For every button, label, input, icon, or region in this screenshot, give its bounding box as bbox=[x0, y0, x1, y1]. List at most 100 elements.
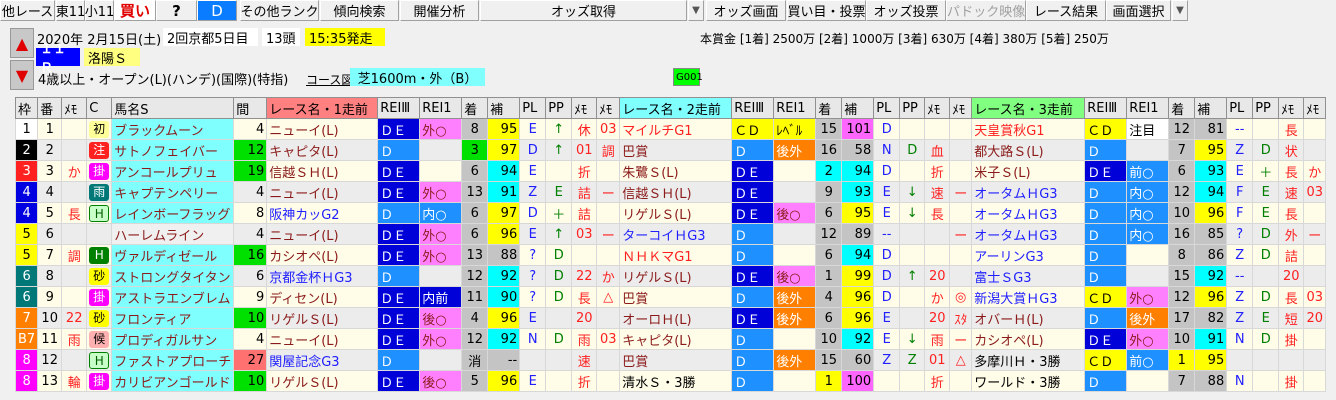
column-header[interactable]: REIⅢ bbox=[1084, 97, 1128, 119]
column-header[interactable]: レース名・2走前 bbox=[619, 97, 733, 119]
past-race-name[interactable]: 阪神カッG2 bbox=[266, 202, 379, 224]
course-map-link[interactable]: コース図 bbox=[306, 71, 353, 88]
column-header[interactable]: 着 bbox=[461, 97, 489, 119]
past-race-name[interactable]: キャピタ(L) bbox=[266, 139, 379, 161]
past-race-name[interactable]: 富士ＳG3 bbox=[971, 265, 1086, 287]
past-race-name[interactable]: オータムＨG3 bbox=[971, 181, 1086, 203]
table-row[interactable]: 5 6 ハーレムライン 4 ニューイ(L) ＤＥ 外○ 6 96 E ↑ 03 ーターコイＨG3 Ｄ 12 8… bbox=[14, 223, 1327, 245]
paddock-video-button[interactable]: パドック映像 bbox=[946, 0, 1026, 21]
past-race-name[interactable]: ニューイ(L) bbox=[266, 118, 379, 140]
column-header[interactable]: レース名・3走前 bbox=[971, 97, 1086, 119]
horse-name[interactable]: キャプテンペリー bbox=[111, 181, 235, 203]
odds-fetch-button[interactable]: オッズ取得 bbox=[480, 0, 687, 21]
table-row[interactable]: 8 12 H ファストアプローチ 27 関屋記念G3 Ｄ 消 -- 速巴賞 Ｄ 後外 15 60 Z Z 01 △… bbox=[14, 349, 1327, 371]
horse-name[interactable]: ハーレムライン bbox=[111, 223, 235, 245]
horse-name[interactable]: カリビアンゴールド bbox=[111, 370, 235, 392]
column-header[interactable]: 補 bbox=[487, 97, 521, 119]
past-race-name[interactable]: カシオペ(L) bbox=[266, 244, 379, 266]
past-race-name[interactable]: 多摩川Ｈ・3勝 bbox=[971, 349, 1086, 371]
table-row[interactable]: 7 10 22 砂フロンティア 10 リゲルＳ(L) ＤＥ 後○ 4 96 E 20 オーロＨ(L) ＤＥ… bbox=[14, 307, 1327, 329]
past-race-name[interactable]: オーロＨ(L) bbox=[619, 307, 733, 329]
column-header[interactable]: ﾒﾓ bbox=[949, 97, 973, 119]
past-race-name[interactable]: ターコイＨG3 bbox=[619, 223, 733, 245]
horse-name[interactable]: アンコールプリュ bbox=[111, 160, 235, 182]
column-header[interactable]: 補 bbox=[841, 97, 875, 119]
trend-search-button[interactable]: 傾向検索 bbox=[320, 0, 399, 21]
screen-select-button[interactable]: 画面選択 bbox=[1106, 0, 1171, 21]
column-header[interactable]: ﾒﾓ bbox=[1278, 97, 1305, 119]
past-race-name[interactable]: 都大路Ｓ(L) bbox=[971, 139, 1086, 161]
race-result-button[interactable]: レース結果 bbox=[1026, 0, 1106, 21]
buy-button[interactable]: 買い bbox=[114, 0, 156, 21]
past-race-name[interactable]: 米子Ｓ(L) bbox=[971, 160, 1086, 182]
column-header[interactable]: 番 bbox=[37, 97, 63, 119]
column-header[interactable]: ﾒﾓ bbox=[571, 97, 598, 119]
past-race-name[interactable]: ＮＨＫマG1 bbox=[619, 244, 733, 266]
column-header[interactable]: PL bbox=[519, 97, 547, 119]
past-race-name[interactable]: オータムＨG3 bbox=[971, 202, 1086, 224]
odds-screen-button[interactable]: オッズ画面 bbox=[706, 0, 786, 21]
rank-d-button[interactable]: D bbox=[197, 0, 237, 21]
past-race-name[interactable]: ディセン(L) bbox=[266, 286, 379, 308]
column-header[interactable]: PP bbox=[545, 97, 573, 119]
column-header[interactable]: REIⅢ bbox=[377, 97, 421, 119]
past-race-name[interactable]: リゲルＳ(L) bbox=[619, 202, 733, 224]
past-race-name[interactable]: リゲルＳ(L) bbox=[266, 307, 379, 329]
bet-vote-button[interactable]: 買い目・投票 bbox=[787, 0, 866, 21]
screen-select-dropdown-icon[interactable]: ▼ bbox=[1172, 0, 1188, 21]
column-header[interactable]: ﾒﾓ bbox=[61, 97, 88, 119]
odds-fetch-dropdown-icon[interactable]: ▼ bbox=[688, 0, 704, 21]
table-row[interactable]: 4 4 雨キャプテンペリー 4 ニューイ(L) ＤＥ 外○ 13 91 Z E 詰ー信越ＳＨ(L) ＤＥ… bbox=[14, 181, 1327, 203]
next-race-arrow-icon[interactable]: ▼ bbox=[10, 60, 34, 90]
column-header[interactable]: PL bbox=[873, 97, 901, 119]
past-race-name[interactable]: ニューイ(L) bbox=[266, 223, 379, 245]
table-row[interactable]: 6 8 砂ストロングタイタン 6 京都金杯ＨG3 Ｄ 12 92? D 22 かリゲルＳ(L) ＤＥ 後… bbox=[14, 265, 1327, 287]
small11-button[interactable]: 小11 bbox=[85, 0, 114, 21]
column-header[interactable]: PP bbox=[1252, 97, 1280, 119]
past-race-name[interactable]: 信越ＳＨ(L) bbox=[266, 160, 379, 182]
past-race-name[interactable]: 新潟大賞ＨG3 bbox=[971, 286, 1086, 308]
column-header[interactable]: 馬名S bbox=[111, 97, 235, 119]
horse-name[interactable]: フロンティア bbox=[111, 307, 235, 329]
east11-button[interactable]: 東11 bbox=[56, 0, 85, 21]
past-race-name[interactable]: 関屋記念G3 bbox=[266, 349, 379, 371]
column-header[interactable]: C bbox=[86, 97, 113, 119]
column-header[interactable]: 間 bbox=[233, 97, 268, 119]
horse-name[interactable]: アストラエンブレム bbox=[111, 286, 235, 308]
past-race-name[interactable]: 朱鷺Ｓ(L) bbox=[619, 160, 733, 182]
other-race-button[interactable]: 他レース bbox=[0, 0, 55, 21]
column-header[interactable]: ﾒﾓ bbox=[1303, 97, 1327, 119]
past-race-name[interactable]: 清水Ｓ・3勝 bbox=[619, 370, 733, 392]
past-race-name[interactable]: 京都金杯ＨG3 bbox=[266, 265, 379, 287]
table-row[interactable]: 4 5 長 H レインボーフラッグ 8 阪神カッG2 Ｄ 内○ 6 97 D ＋詰リゲルＳ(L) ＤＥ 後○… bbox=[14, 202, 1327, 224]
horse-name[interactable]: レインボーフラッグ bbox=[111, 202, 235, 224]
past-race-name[interactable]: キャピタ(L) bbox=[619, 328, 733, 350]
column-header[interactable]: PP bbox=[899, 97, 926, 119]
horse-name[interactable]: ヴァルディゼール bbox=[111, 244, 235, 266]
column-header[interactable]: ﾒﾓ bbox=[924, 97, 951, 119]
column-header[interactable]: 着 bbox=[1168, 97, 1196, 119]
past-race-name[interactable]: カシオペ(L) bbox=[971, 328, 1086, 350]
table-row[interactable]: 8 13 輪掛カリビアンゴールド 10 リゲルＳ(L) ＤＥ 後○ 5 96 E 折清水Ｓ・3勝 Ｄ 1… bbox=[14, 370, 1327, 392]
past-race-name[interactable]: ニューイ(L) bbox=[266, 181, 379, 203]
past-race-name[interactable]: ワールド・3勝 bbox=[971, 370, 1086, 392]
column-header[interactable]: ﾒﾓ bbox=[596, 97, 621, 119]
horse-name[interactable]: サトノフェイバー bbox=[111, 139, 235, 161]
column-header[interactable]: 枠 bbox=[14, 97, 39, 119]
help-button[interactable]: ? bbox=[156, 0, 197, 21]
horse-name[interactable]: ファストアプローチ bbox=[111, 349, 235, 371]
column-header[interactable]: REI1 bbox=[419, 97, 463, 119]
odds-vote-button[interactable]: オッズ投票 bbox=[866, 0, 946, 21]
past-race-name[interactable]: オータムＨG3 bbox=[971, 223, 1086, 245]
column-header[interactable]: 補 bbox=[1194, 97, 1228, 119]
past-race-name[interactable]: アーリンG3 bbox=[971, 244, 1086, 266]
table-row[interactable]: 5 7 調 H ヴァルディゼール 16 カシオペ(L) ＤＥ 外○ 13 88? D ＮＨＫマG1 Ｄ 6 9… bbox=[14, 244, 1327, 266]
column-header[interactable]: REI1 bbox=[773, 97, 817, 119]
prev-race-arrow-icon[interactable]: ▲ bbox=[10, 28, 34, 58]
horse-name[interactable]: ストロングタイタン bbox=[111, 265, 235, 287]
table-row[interactable]: B7 11 雨候プロディガルサン 4 ニューイ(L) ＤＥ 外○ 12 92 N D 雨 03 キャピタ(… bbox=[14, 328, 1327, 350]
past-race-name[interactable]: 信越ＳＨ(L) bbox=[619, 181, 733, 203]
past-race-name[interactable]: 巴賞 bbox=[619, 139, 733, 161]
table-row[interactable]: 2 2 注サトノフェイバー 12 キャピタ(L) Ｄ 3 97 D ↑ 01 調巴賞 Ｄ 後外 16 58 N D… bbox=[14, 139, 1327, 161]
table-row[interactable]: 3 3 か掛アンコールプリュ 19 信越ＳＨ(L) ＤＥ 6 94 E 折朱鷺Ｓ(L) ＤＥ 2 94 D… bbox=[14, 160, 1327, 182]
